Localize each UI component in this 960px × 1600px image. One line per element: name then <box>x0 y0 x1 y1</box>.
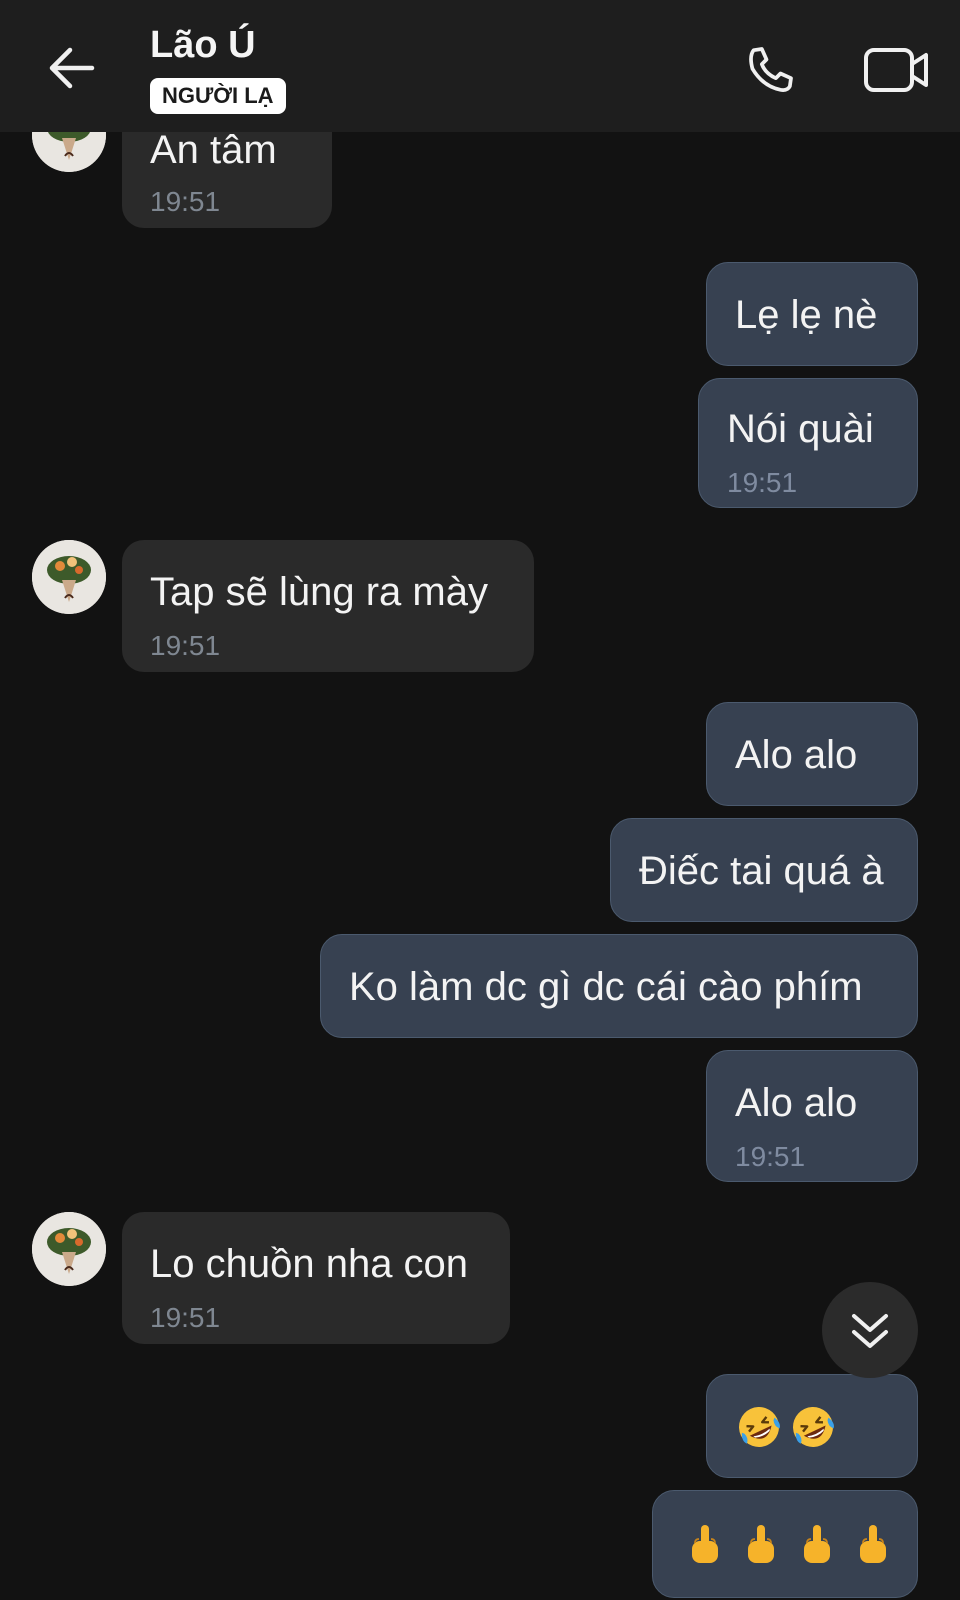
message-time: 19:51 <box>735 1141 806 1172</box>
emoji-row <box>681 1521 897 1569</box>
outgoing-message[interactable]: Ko làm dc gì dc cái cào phím <box>320 934 918 1038</box>
message-time: 19:51 <box>150 186 221 217</box>
outgoing-message[interactable]: Nói quài 19:51 <box>698 378 918 508</box>
message-text: Tap sẽ lùng ra mày <box>150 570 488 614</box>
message-time: 19:51 <box>727 467 798 498</box>
chat-header: Lão Ú NGƯỜI LẠ <box>0 0 960 132</box>
chat-screen: Lão Ú NGƯỜI LẠ An tâm 19:51 Lẹ lẹ nè Nói… <box>0 0 960 1600</box>
message-text: Ko làm dc gì dc cái cào phím <box>349 965 863 1009</box>
back-arrow-icon[interactable] <box>44 40 100 96</box>
outgoing-message[interactable]: Alo alo <box>706 702 918 806</box>
message-time: 19:51 <box>150 1302 221 1333</box>
emoji-row <box>735 1403 837 1451</box>
double-chevron-down-icon <box>852 1314 888 1348</box>
rolling-laughing-emoji-icon <box>739 1407 780 1447</box>
phone-icon[interactable] <box>742 42 798 98</box>
stranger-badge: NGƯỜI LẠ <box>150 78 286 114</box>
incoming-message[interactable]: Tap sẽ lùng ra mày 19:51 <box>122 540 534 672</box>
contact-name[interactable]: Lão Ú <box>150 24 256 67</box>
middle-finger-emoji-icon <box>804 1525 830 1563</box>
outgoing-message[interactable]: Alo alo 19:51 <box>706 1050 918 1182</box>
message-text: Alo alo <box>735 1081 858 1125</box>
middle-finger-emoji-icon <box>860 1525 886 1563</box>
outgoing-message[interactable]: Điếc tai quá à <box>610 818 918 922</box>
message-text: Alo alo <box>735 733 858 777</box>
avatar[interactable] <box>32 1212 106 1286</box>
message-text: An tâm <box>150 128 277 172</box>
incoming-message[interactable]: Lo chuồn nha con 19:51 <box>122 1212 510 1344</box>
rolling-laughing-emoji-icon <box>793 1407 834 1447</box>
outgoing-message[interactable]: Lẹ lẹ nè <box>706 262 918 366</box>
message-text: Lẹ lẹ nè <box>735 293 878 337</box>
message-text: Nói quài <box>727 407 874 451</box>
middle-finger-emoji-icon <box>692 1525 718 1563</box>
message-text: Lo chuồn nha con <box>150 1242 469 1286</box>
scroll-to-bottom-button[interactable] <box>822 1282 918 1378</box>
message-time: 19:51 <box>150 630 221 661</box>
outgoing-message[interactable] <box>706 1374 918 1478</box>
video-camera-icon[interactable] <box>862 42 932 98</box>
message-text: Điếc tai quá à <box>639 849 884 893</box>
middle-finger-emoji-icon <box>748 1525 774 1563</box>
outgoing-message[interactable] <box>652 1490 918 1598</box>
avatar[interactable] <box>32 540 106 614</box>
